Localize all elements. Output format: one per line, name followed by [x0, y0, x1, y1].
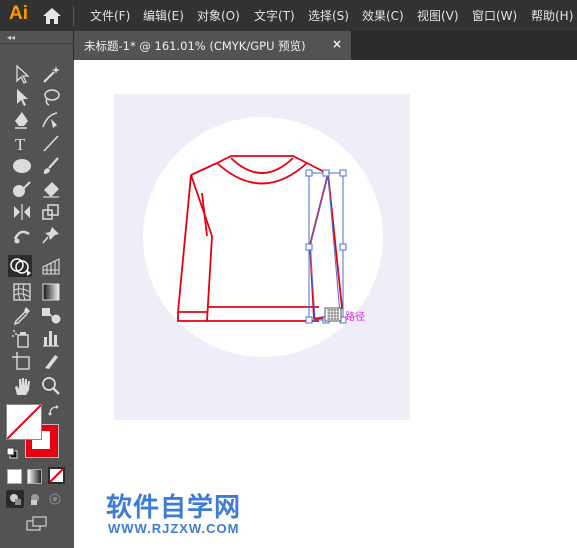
- tools-panel: ◂◂ T: [0, 31, 73, 548]
- app-logo: Ai: [9, 3, 28, 24]
- none-mode-icon: [49, 468, 64, 483]
- puppet-warp-tool-icon[interactable]: [10, 224, 34, 246]
- menu-window[interactable]: 窗口(W): [472, 7, 517, 24]
- default-fill-stroke-icon[interactable]: [6, 447, 18, 459]
- canvas-area[interactable]: 路径: [74, 60, 577, 548]
- line-segment-tool-icon[interactable]: [39, 132, 63, 154]
- draw-inside-icon[interactable]: [47, 491, 63, 507]
- fill-swatch[interactable]: [6, 404, 42, 440]
- collapse-panel-icon[interactable]: ◂◂: [7, 33, 15, 42]
- symbol-sprayer-tool-icon[interactable]: [10, 327, 34, 349]
- eyedropper-tool-icon[interactable]: [10, 304, 34, 326]
- width-tool-icon[interactable]: [10, 201, 34, 223]
- ellipse-tool-icon[interactable]: [10, 155, 34, 177]
- home-icon[interactable]: [41, 6, 63, 26]
- tab-close-icon[interactable]: ×: [332, 37, 342, 51]
- menu-edit[interactable]: 编辑(E): [143, 7, 184, 24]
- toolbar-divider: [0, 43, 73, 44]
- document-tab[interactable]: 未标题-1* @ 161.01% (CMYK/GPU 预览) ×: [74, 31, 351, 60]
- lasso-tool-icon[interactable]: [39, 86, 63, 108]
- gradient-mode-button[interactable]: [27, 469, 42, 484]
- menu-file[interactable]: 文件(F): [90, 7, 130, 24]
- selection-tool-icon[interactable]: [10, 63, 34, 85]
- shape-builder-tool-icon[interactable]: [8, 255, 32, 277]
- menu-help[interactable]: 帮助(H): [531, 7, 573, 24]
- menu-separator: [73, 6, 74, 26]
- direct-selection-tool-icon[interactable]: [10, 86, 34, 108]
- none-mode-button[interactable]: [48, 467, 65, 484]
- menu-select[interactable]: 选择(S): [308, 7, 349, 24]
- document-tab-title: 未标题-1* @ 161.01% (CMYK/GPU 预览): [84, 39, 306, 53]
- type-tool-icon[interactable]: T: [10, 132, 34, 154]
- column-graph-tool-icon[interactable]: [39, 327, 63, 349]
- draw-normal-button[interactable]: [6, 490, 24, 508]
- magic-wand-tool-icon[interactable]: [39, 63, 63, 85]
- menu-bar: Ai 文件(F) 编辑(E) 对象(O) 文字(T) 选择(S) 效果(C) 视…: [0, 0, 577, 31]
- watermark-text: 软件自学网: [106, 493, 242, 523]
- shape-builder-cursor-icon: [324, 307, 342, 322]
- artboard-tool-icon[interactable]: [10, 350, 34, 372]
- artwork: [143, 117, 383, 357]
- mesh-tool-icon[interactable]: [10, 281, 34, 303]
- screen-mode-icon[interactable]: [25, 516, 49, 532]
- scale-tool-icon[interactable]: [39, 201, 63, 223]
- menu-type[interactable]: 文字(T): [254, 7, 295, 24]
- no-fill-slash-icon: [7, 405, 41, 439]
- slice-tool-icon[interactable]: [39, 350, 63, 372]
- hand-tool-icon[interactable]: [10, 375, 34, 397]
- swap-fill-stroke-icon[interactable]: [48, 405, 62, 417]
- shaper-tool-icon[interactable]: [10, 178, 34, 200]
- menu-view[interactable]: 视图(V): [417, 7, 459, 24]
- svg-text:T: T: [15, 135, 26, 154]
- watermark-url: WWW.RJZXW.COM: [108, 521, 240, 536]
- smart-guide-path-label: 路径: [345, 312, 365, 323]
- paintbrush-tool-icon[interactable]: [39, 155, 63, 177]
- eraser-tool-icon[interactable]: [39, 178, 63, 200]
- pin-tool-icon[interactable]: [39, 224, 63, 246]
- color-mode-button[interactable]: [7, 469, 22, 484]
- draw-normal-icon: [10, 494, 21, 505]
- pen-tool-icon[interactable]: [10, 109, 34, 131]
- draw-behind-icon[interactable]: [27, 491, 43, 507]
- curvature-tool-icon[interactable]: [39, 109, 63, 131]
- zoom-tool-icon[interactable]: [39, 375, 63, 397]
- menu-object[interactable]: 对象(O): [197, 7, 240, 24]
- blend-tool-icon[interactable]: [39, 304, 63, 326]
- gradient-tool-icon[interactable]: [39, 281, 63, 303]
- perspective-grid-tool-icon[interactable]: [39, 255, 63, 277]
- menu-effect[interactable]: 效果(C): [362, 7, 404, 24]
